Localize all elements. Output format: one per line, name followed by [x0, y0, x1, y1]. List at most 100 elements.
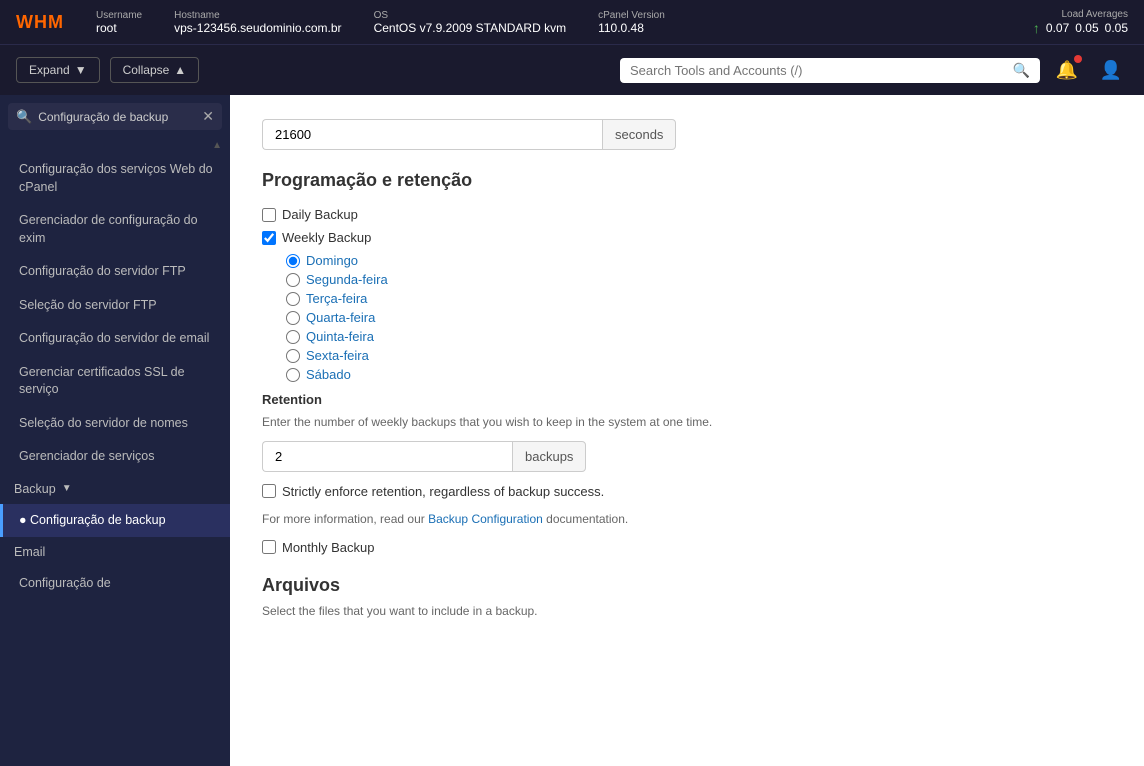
radio-sexta-label[interactable]: Sexta-feira	[306, 348, 369, 363]
sidebar-search-bar[interactable]: 🔍 ✕	[8, 103, 222, 130]
weekly-backup-checkbox[interactable]	[262, 231, 276, 245]
actionbar: Expand ▼ Collapse ▲ 🔍 🔔 👤	[0, 44, 1144, 95]
notification-badge	[1074, 55, 1082, 63]
radio-sabado-input[interactable]	[286, 368, 300, 382]
arquivos-title: Arquivos	[262, 575, 1112, 596]
username-value: root	[96, 21, 142, 35]
collapse-button[interactable]: Collapse ▲	[110, 57, 200, 83]
expand-label: Expand	[29, 63, 70, 77]
sidebar-item-ssl[interactable]: Gerenciar certificados SSL de serviço	[0, 356, 230, 407]
topbar-info: Username root Hostname vps-123456.seudom…	[96, 10, 1001, 35]
os-value: CentOS v7.9.2009 STANDARD kvm	[374, 21, 567, 35]
radio-segunda-input[interactable]	[286, 273, 300, 287]
radio-domingo-label[interactable]: Domingo	[306, 253, 358, 268]
radio-sexta-input[interactable]	[286, 349, 300, 363]
weekly-backup-label[interactable]: Weekly Backup	[282, 230, 371, 245]
whm-logo: WHM	[16, 12, 64, 33]
sidebar-section-email[interactable]: Email	[0, 537, 230, 567]
strictly-enforce-row: Strictly enforce retention, regardless o…	[262, 482, 1112, 502]
user-icon: 👤	[1100, 60, 1122, 81]
radio-segunda-label[interactable]: Segunda-feira	[306, 272, 388, 287]
sidebar-section-backup[interactable]: Backup ▼	[0, 474, 230, 504]
hostname-value: vps-123456.seudominio.com.br	[174, 21, 341, 35]
search-bar[interactable]: 🔍	[620, 58, 1040, 83]
content-area: seconds Programação e retenção Daily Bac…	[230, 95, 1144, 766]
sidebar-item-backup-config[interactable]: ● Configuração de backup	[0, 504, 230, 538]
radio-domingo-input[interactable]	[286, 254, 300, 268]
daily-backup-row: Daily Backup	[262, 207, 1112, 222]
radio-terca-label[interactable]: Terça-feira	[306, 291, 367, 306]
radio-quinta: Quinta-feira	[286, 329, 1112, 344]
bell-icon: 🔔	[1056, 60, 1078, 81]
strictly-enforce-label[interactable]: Strictly enforce retention, regardless o…	[282, 482, 604, 502]
os-label: OS	[374, 10, 567, 21]
arquivos-desc: Select the files that you want to includ…	[262, 604, 1112, 618]
radio-quarta-input[interactable]	[286, 311, 300, 325]
radio-segunda: Segunda-feira	[286, 272, 1112, 287]
sidebar-item-services[interactable]: Gerenciador de serviços	[0, 440, 230, 474]
sidebar-item-nameserver[interactable]: Seleção do servidor de nomes	[0, 407, 230, 441]
search-icon: 🔍	[1013, 62, 1030, 79]
radio-quarta: Quarta-feira	[286, 310, 1112, 325]
retention-desc: Enter the number of weekly backups that …	[262, 413, 1112, 431]
topbar-right: Load Averages ↑ 0.07 0.05 0.05	[1033, 9, 1128, 36]
username-field: Username root	[96, 10, 142, 35]
radio-domingo: Domingo	[286, 253, 1112, 268]
sidebar-item-last[interactable]: Configuração de	[0, 567, 230, 601]
sidebar-item-exim[interactable]: Gerenciador de configuração do exim	[0, 204, 230, 255]
seconds-suffix: seconds	[602, 119, 676, 150]
sidebar-item-ftp-config[interactable]: Configuração do servidor FTP	[0, 255, 230, 289]
schedule-retention-title: Programação e retenção	[262, 170, 1112, 191]
topbar: WHM Username root Hostname vps-123456.se…	[0, 0, 1144, 44]
load-arrow-icon: ↑	[1033, 20, 1040, 36]
backup-config-link[interactable]: Backup Configuration	[428, 512, 543, 526]
username-label: Username	[96, 10, 142, 21]
sidebar-search-icon: 🔍	[16, 109, 32, 125]
load-5: 0.05	[1075, 21, 1098, 35]
os-field: OS CentOS v7.9.2009 STANDARD kvm	[374, 10, 567, 35]
sidebar-item-email-server[interactable]: Configuração do servidor de email	[0, 322, 230, 356]
days-radio-group: Domingo Segunda-feira Terça-feira Quarta…	[286, 253, 1112, 382]
sidebar-scroll: ▲ Configuração dos serviços Web do cPane…	[0, 138, 230, 766]
sidebar-item-ftp-server[interactable]: Seleção do servidor FTP	[0, 289, 230, 323]
weekly-backup-row: Weekly Backup	[262, 230, 1112, 245]
backup-info-text: For more information, read our Backup Co…	[262, 510, 1112, 528]
radio-sabado: Sábado	[286, 367, 1112, 382]
cpanel-version-field: cPanel Version 110.0.48	[598, 10, 665, 35]
radio-quarta-label[interactable]: Quarta-feira	[306, 310, 375, 325]
section-email-label: Email	[14, 545, 45, 559]
sidebar-search-clear[interactable]: ✕	[202, 108, 214, 125]
hostname-label: Hostname	[174, 10, 341, 21]
search-input[interactable]	[630, 63, 1005, 78]
retention-suffix: backups	[512, 441, 586, 472]
daily-backup-label[interactable]: Daily Backup	[282, 207, 358, 222]
user-button[interactable]: 👤	[1094, 53, 1128, 87]
retention-label: Retention	[262, 392, 1112, 407]
monthly-backup-checkbox[interactable]	[262, 540, 276, 554]
section-backup-label: Backup	[14, 482, 56, 496]
radio-quinta-input[interactable]	[286, 330, 300, 344]
seconds-input[interactable]	[262, 119, 602, 150]
sidebar-search-input[interactable]	[38, 110, 196, 124]
load-1: 0.07	[1046, 21, 1069, 35]
cpanel-version-label: cPanel Version	[598, 10, 665, 21]
monthly-backup-row: Monthly Backup	[262, 540, 1112, 555]
expand-icon: ▼	[75, 63, 87, 77]
radio-sexta: Sexta-feira	[286, 348, 1112, 363]
collapse-label: Collapse	[123, 63, 170, 77]
notifications-button[interactable]: 🔔	[1050, 53, 1084, 87]
sidebar-item-web-services[interactable]: Configuração dos serviços Web do cPanel	[0, 153, 230, 204]
retention-input[interactable]	[262, 441, 512, 472]
main-layout: 🔍 ✕ ▲ Configuração dos serviços Web do c…	[0, 95, 1144, 766]
radio-terca-input[interactable]	[286, 292, 300, 306]
expand-button[interactable]: Expand ▼	[16, 57, 100, 83]
radio-quinta-label[interactable]: Quinta-feira	[306, 329, 374, 344]
load-label: Load Averages	[1061, 9, 1128, 20]
daily-backup-checkbox[interactable]	[262, 208, 276, 222]
radio-sabado-label[interactable]: Sábado	[306, 367, 351, 382]
info-text-after: documentation.	[546, 512, 628, 526]
monthly-backup-label[interactable]: Monthly Backup	[282, 540, 375, 555]
section-backup-arrow-icon: ▼	[62, 483, 72, 494]
load-15: 0.05	[1105, 21, 1128, 35]
strictly-enforce-checkbox[interactable]	[262, 484, 276, 498]
